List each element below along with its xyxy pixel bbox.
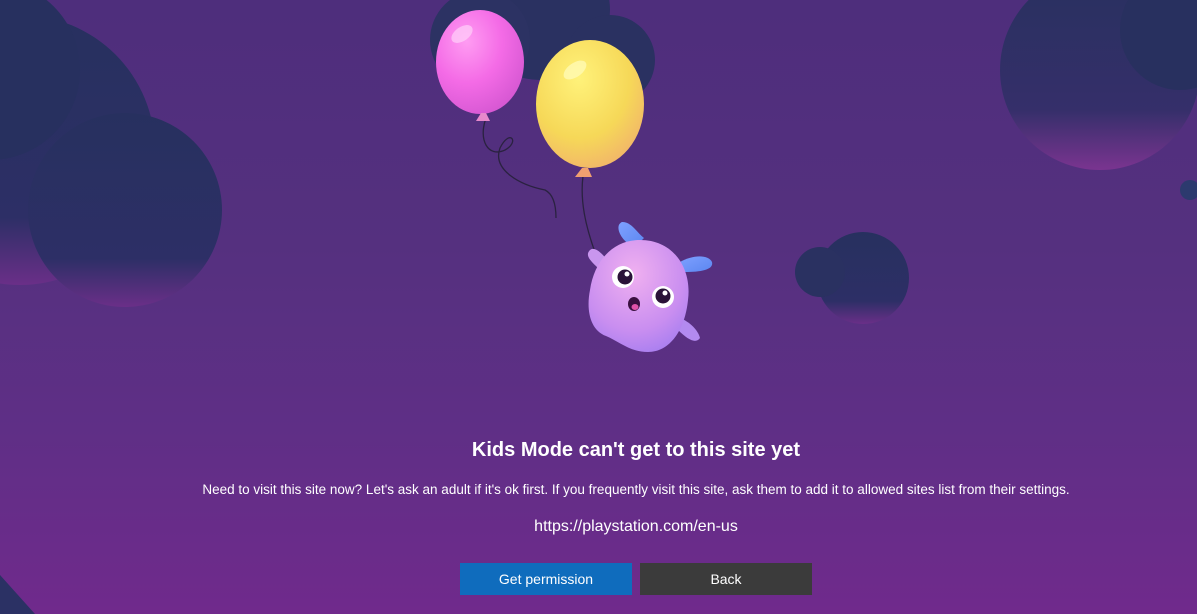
back-button[interactable]: Back — [640, 563, 812, 595]
get-permission-button[interactable]: Get permission — [460, 563, 632, 595]
blocked-site-page: Kids Mode can't get to this site yet Nee… — [0, 0, 1197, 614]
page-description: Need to visit this site now? Let's ask a… — [202, 482, 1070, 497]
blocked-url: https://playstation.com/en-us — [534, 518, 738, 535]
page-title: Kids Mode can't get to this site yet — [471, 439, 801, 461]
